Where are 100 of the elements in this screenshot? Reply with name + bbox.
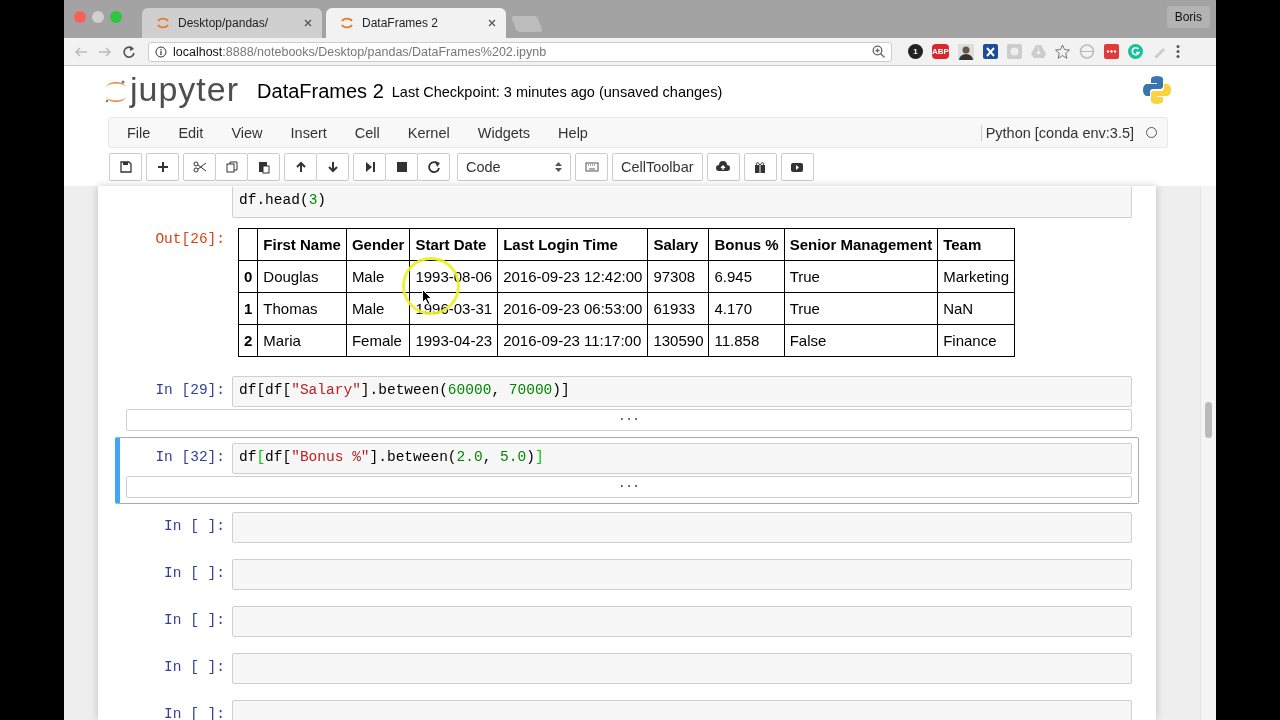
input-prompt: In [ ]: [163,658,226,675]
code-input[interactable] [232,653,1132,684]
column-header: Bonus % [709,228,785,261]
move-up-button[interactable] [284,153,317,181]
save-icon [118,160,133,174]
extension-icon[interactable] [983,44,998,59]
code-cell[interactable]: In [ ]: [115,598,1139,645]
column-header: Start Date [409,228,498,261]
collapsed-output[interactable]: ... [126,409,1132,431]
extension-icon[interactable] [1104,44,1119,59]
menu-item[interactable]: Insert [276,124,341,141]
code-cell[interactable]: In [ ]: [115,645,1139,692]
cell-type-select[interactable]: Code [457,153,571,181]
menu-item[interactable]: Cell [340,124,394,141]
table-cell: Douglas [257,260,347,293]
code-input[interactable] [232,606,1132,637]
table-cell: Male [346,292,410,325]
code-input[interactable]: df.head(3) [232,187,1132,218]
keyboard-button[interactable] [575,153,608,181]
table-cell: 97308 [647,260,709,293]
tab-logo-icon [156,16,170,30]
cut-icon [192,160,207,174]
input-prompt: In [ ]: [163,611,226,628]
jupyter-logo-text: jupyter [130,71,240,106]
column-header: First Name [257,228,347,261]
menu-item[interactable]: Edit [164,124,218,141]
upload-button[interactable] [706,153,740,181]
table-cell: Male [346,260,410,293]
browser-tab[interactable]: DataFrames 2 [326,8,506,38]
close-icon[interactable] [304,19,312,27]
copy-icon [224,160,239,174]
menu-item[interactable]: Kernel [393,124,464,141]
browser-tab[interactable]: Desktop/pandas/ [142,8,322,38]
reload-icon[interactable] [122,44,136,59]
notebook-title[interactable]: DataFrames 2 [257,80,384,103]
restart-button[interactable] [417,153,450,181]
table-cell: True [784,292,938,325]
column-header: Senior Management [784,228,938,261]
table-cell: 6.945 [709,260,785,293]
code-input[interactable]: df[df["Bonus %"].between(2.0, 5.0)] [232,443,1132,474]
input-prompt: In [29]: [154,381,226,398]
row-index: 1 [238,292,258,325]
paste-button[interactable] [247,153,280,181]
table-cell: Marketing [937,260,1015,293]
extension-badge[interactable]: ABP [932,44,949,59]
insert-cell-button[interactable] [146,153,179,181]
table-cell: 11.858 [709,324,785,357]
code-input[interactable] [232,512,1132,543]
table-cell: 130590 [647,324,709,357]
code-input[interactable] [232,559,1132,590]
save-button[interactable] [109,153,142,181]
output-prompt: Out[26]: [154,230,226,247]
column-header: Last Login Time [497,228,648,261]
move-down-button[interactable] [316,153,349,181]
paste-icon [256,160,271,174]
table-cell: Female [346,324,410,357]
table-cell: 2016-09-23 12:42:00 [497,260,648,293]
menu-item[interactable]: View [217,124,277,141]
code-cell[interactable]: In [ ]: [115,504,1139,551]
insert-cell-icon [155,160,170,174]
scrollbar[interactable] [1200,186,1216,720]
run-button[interactable] [353,153,386,181]
cell-toolbar-button[interactable]: CellToolbar [612,153,703,181]
input-prompt: In [32]: [154,448,226,465]
profile-button[interactable]: Boris [1166,6,1210,28]
stop-icon [394,160,409,174]
menu-item[interactable]: File [113,124,165,141]
cut-button[interactable] [183,153,216,181]
zoom-icon[interactable] [872,45,885,58]
jupyter-logo-icon [104,78,128,105]
code-input[interactable]: df[df["Salary"].between(60000, 70000)] [232,376,1132,407]
gift-icon [753,160,768,174]
avatar-icon[interactable] [958,43,974,60]
code-cell[interactable]: In [32]: df[df["Bonus %"].between(2.0, 5.0)] ... [115,437,1139,504]
star-icon[interactable] [1055,44,1070,59]
table-cell: 2016-09-23 06:53:00 [497,292,648,325]
keyboard-icon [584,160,599,174]
address-bar[interactable]: localhost:8888/notebooks/Desktop/pandas/DataFrames%202.ipynb [148,41,892,62]
code-cell[interactable]: In [29]: df[df["Salary"].between(60000, 70000)] ... [115,370,1139,437]
gift-button[interactable] [743,153,777,181]
video-icon [790,160,805,174]
checkpoint-status: Last Checkpoint: 3 minutes ago (unsaved changes) [391,83,723,100]
extension-badge[interactable]: 1 [908,44,923,59]
table-cell: Thomas [257,292,347,325]
input-prompt: In [ ]: [163,517,226,534]
column-header: Salary [647,228,709,261]
upload-icon [716,160,731,174]
video-button[interactable] [780,153,814,181]
table-cell: 61933 [647,292,709,325]
code-cell[interactable]: In [ ]: [115,551,1139,598]
info-icon[interactable] [155,45,167,58]
menu-item[interactable]: Help [544,124,602,141]
collapsed-output[interactable]: ... [126,476,1132,498]
menu-item[interactable]: Widgets [463,124,545,141]
table-cell: NaN [937,292,1015,325]
menu-icon[interactable] [1176,44,1180,59]
column-header: Gender [346,228,410,261]
close-icon[interactable] [488,19,496,27]
url-text: localhost:8888/notebooks/Desktop/pandas/DataFrames%202.ipynb [173,44,548,59]
stop-button[interactable] [385,153,418,181]
